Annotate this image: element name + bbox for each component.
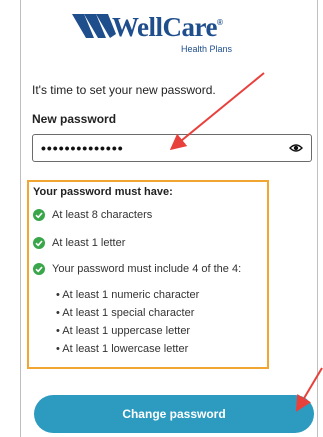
eye-icon[interactable] <box>289 143 303 153</box>
sub-requirement-item: • At least 1 uppercase letter <box>56 325 191 337</box>
wellcare-swoosh-icon <box>72 14 116 38</box>
check-circle-icon <box>33 237 45 249</box>
check-circle-icon <box>33 209 45 221</box>
sub-requirement-item: • At least 1 numeric character <box>56 289 200 301</box>
change-password-button[interactable]: Change password <box>34 395 314 433</box>
sub-requirement-item: • At least 1 special character <box>56 307 195 319</box>
new-password-field[interactable]: •••••••••••••• <box>32 134 312 162</box>
check-circle-icon <box>33 263 45 275</box>
logo-wordmark: WellCare® <box>112 12 223 42</box>
sub-requirement-item: • At least 1 lowercase letter <box>56 343 189 355</box>
requirement-item: At least 1 letter <box>33 237 125 249</box>
intro-text: It's time to set your new password. <box>32 83 216 97</box>
requirements-title: Your password must have: <box>33 186 173 198</box>
wellcare-logo: WellCare® Health Plans <box>70 12 233 60</box>
new-password-value: •••••••••••••• <box>41 140 124 156</box>
requirement-item: Your password must include 4 of the 4: <box>33 263 241 275</box>
new-password-label: New password <box>32 112 117 126</box>
logo-subtitle: Health Plans <box>181 44 233 54</box>
requirement-item: At least 8 characters <box>33 209 152 221</box>
